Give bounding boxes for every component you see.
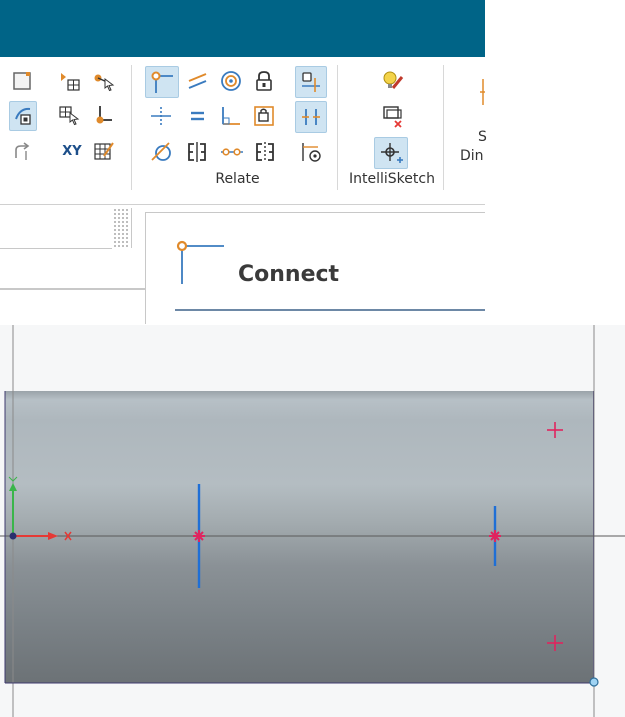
xy-icon[interactable]: XY <box>58 139 86 163</box>
ribbon-separator <box>337 65 338 190</box>
square-tool-icon[interactable] <box>10 69 34 93</box>
sketch-overlay <box>0 325 625 717</box>
corner-handle <box>589 677 599 687</box>
ribbon-separator <box>131 65 132 190</box>
divider <box>131 208 132 248</box>
relation-point-right <box>489 530 501 542</box>
point-connect-icon[interactable] <box>92 103 116 127</box>
symmetric-icon[interactable] <box>184 140 208 164</box>
intellisketch-cursor-icon[interactable] <box>374 137 408 169</box>
lock-icon[interactable] <box>252 69 276 93</box>
perpendicular-icon[interactable] <box>219 104 243 128</box>
grip-handle[interactable] <box>113 208 129 248</box>
graphics-window[interactable] <box>0 325 625 717</box>
plus-marker-top <box>547 422 563 438</box>
ribbon-toolbar: XY Relate IntelliSketch S Din <box>0 57 487 197</box>
alignment-icon[interactable] <box>380 104 404 128</box>
wrap-tool-icon[interactable] <box>9 101 37 131</box>
divider <box>0 248 112 249</box>
relation-point-left <box>193 530 205 542</box>
point-grid-icon[interactable] <box>58 69 82 93</box>
panel-border <box>145 212 146 324</box>
relate-group-label: Relate <box>215 171 260 187</box>
dimension-tool-icon[interactable] <box>478 77 485 105</box>
ribbon-separator <box>443 65 444 190</box>
equal-icon[interactable] <box>186 104 210 128</box>
collinear-icon[interactable] <box>219 140 243 164</box>
select-point-icon[interactable] <box>92 69 116 93</box>
undo-relate-icon[interactable] <box>10 140 34 164</box>
clipped-label-line2: Din <box>460 148 484 164</box>
grid-select-icon[interactable] <box>58 103 82 127</box>
connect-relation-icon[interactable] <box>145 66 179 98</box>
origin-point <box>9 532 17 540</box>
intellisketch-group-label: IntelliSketch <box>349 171 435 187</box>
symmetric-2-icon[interactable] <box>252 140 276 164</box>
title-bar <box>0 0 485 57</box>
plus-marker-bottom <box>547 635 563 651</box>
dimension-handle-icon[interactable] <box>298 140 322 164</box>
midpoint-icon[interactable] <box>149 104 173 128</box>
table-icon[interactable] <box>92 139 116 163</box>
tangent-icon[interactable] <box>149 140 173 164</box>
bulb-pencil-icon[interactable] <box>380 69 404 93</box>
divider <box>0 288 146 290</box>
relation-handle-icon[interactable] <box>295 66 327 98</box>
panel-title-underline <box>175 309 485 311</box>
maintain-relations-icon[interactable] <box>295 101 327 133</box>
clipped-label-line1: S <box>478 129 487 145</box>
divider <box>0 204 485 205</box>
connect-icon <box>174 238 228 292</box>
lock-set-icon[interactable] <box>252 104 276 128</box>
concentric-icon[interactable] <box>219 69 243 93</box>
panel-title: Connect <box>238 262 340 287</box>
panel-border <box>145 212 485 213</box>
parallel-icon[interactable] <box>186 69 210 93</box>
xy-label: XY <box>62 143 82 159</box>
